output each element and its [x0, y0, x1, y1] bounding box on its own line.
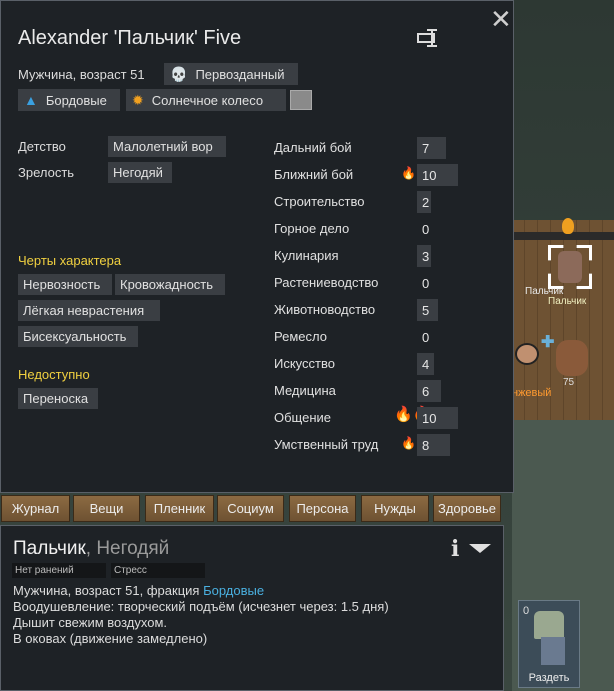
- ideo-role-label: Первозданный: [195, 66, 285, 82]
- childhood-value[interactable]: Малолетний вор: [108, 136, 226, 157]
- medical-cross-icon: ✚: [541, 334, 555, 351]
- passion-minor-icon: 🔥: [401, 436, 416, 450]
- rename-icon[interactable]: [417, 29, 441, 47]
- tab-persona[interactable]: Персона: [289, 495, 356, 522]
- tab-gear[interactable]: Вещи: [73, 495, 140, 522]
- item-count: 75: [563, 377, 575, 388]
- inspect-pawn-name: Пальчик: [13, 538, 86, 559]
- tab-prisoner[interactable]: Пленник: [145, 495, 214, 522]
- tab-social[interactable]: Социум: [217, 495, 284, 522]
- character-panel: ✕ Alexander 'Пальчик' Five Мужчина, возр…: [0, 0, 514, 493]
- strip-button[interactable]: 0 Раздеть: [518, 600, 580, 688]
- skill-bar[interactable]: 0: [417, 326, 429, 348]
- skill-label: Горное дело: [274, 221, 350, 236]
- faction-chip[interactable]: ▲ Бордовые: [18, 89, 120, 111]
- disabled-heading: Недоступно: [18, 367, 90, 382]
- skill-label: Медицина: [274, 383, 336, 398]
- character-description: Мужчина, возраст 51: [18, 67, 145, 82]
- skill-bar[interactable]: 7: [417, 137, 446, 159]
- tab-log[interactable]: Журнал: [1, 495, 70, 522]
- info-icon[interactable]: i: [451, 536, 459, 562]
- orange-map-label: нжевый: [512, 387, 552, 399]
- pants-icon: [541, 637, 565, 665]
- inspect-pane: Пальчик, Негодяй i Нет ранений Стресс Му…: [0, 525, 504, 691]
- trait-tag[interactable]: Бисексуальность: [18, 326, 138, 347]
- collapse-arrow-icon[interactable]: [469, 544, 491, 553]
- skill-label: Кулинария: [274, 248, 339, 263]
- inspect-line-4: В оковах (движение замедлено): [13, 631, 208, 646]
- faction-label: Бордовые: [45, 92, 107, 108]
- skill-bar[interactable]: 8: [417, 434, 450, 456]
- inspect-title: Пальчик, Негодяй: [13, 538, 169, 560]
- shirt-icon: [534, 611, 564, 639]
- skill-bar[interactable]: 4: [417, 353, 434, 375]
- skill-bar[interactable]: 10: [417, 407, 458, 429]
- skill-label: Ремесло: [274, 329, 327, 344]
- map-wall: [512, 232, 614, 240]
- skill-bar[interactable]: 10: [417, 164, 458, 186]
- selected-pawn[interactable]: [548, 245, 592, 289]
- close-icon[interactable]: ✕: [490, 6, 512, 32]
- other-pawn-head[interactable]: [515, 343, 539, 365]
- inspect-line-1-text: Мужчина, возраст 51, фракция: [13, 583, 204, 598]
- skill-bar[interactable]: 2: [417, 191, 431, 213]
- skull-icon: 💀: [170, 65, 188, 82]
- trait-tag[interactable]: Кровожадность: [115, 274, 225, 295]
- passion-minor-icon: 🔥: [401, 166, 416, 180]
- trait-tag[interactable]: Нервозность: [18, 274, 112, 295]
- skill-label: Ближний бой: [274, 167, 354, 182]
- skill-label: Умственный труд: [274, 437, 379, 452]
- adulthood-value[interactable]: Негодяй: [108, 162, 172, 183]
- mood-bar: Стресс: [111, 563, 205, 578]
- skill-label: Строительство: [274, 194, 365, 209]
- skill-label: Дальний бой: [274, 140, 352, 155]
- item-stack-icon[interactable]: [556, 340, 588, 376]
- skill-label: Общение: [274, 410, 332, 425]
- strip-label: Раздеть: [528, 672, 570, 684]
- skill-bar[interactable]: 5: [417, 299, 438, 321]
- skill-label: Растениеводство: [274, 275, 379, 290]
- skill-bar[interactable]: 3: [417, 245, 431, 267]
- ideology-label: Солнечное колесо: [151, 92, 264, 108]
- skill-label: Искусство: [274, 356, 335, 371]
- inspect-line-3: Дышит свежим воздухом.: [13, 615, 167, 630]
- faction-icon: ▲: [24, 92, 38, 108]
- inspect-faction-link[interactable]: Бордовые: [203, 583, 264, 598]
- pawn-map-label-2: Пальчик: [548, 296, 587, 307]
- disabled-work-tag[interactable]: Переноска: [18, 388, 98, 409]
- tab-health[interactable]: Здоровье: [433, 495, 501, 522]
- health-bar: Нет ранений: [12, 563, 106, 578]
- ideology-chip[interactable]: ✹ Солнечное колесо: [126, 89, 286, 111]
- inspect-line-1: Мужчина, возраст 51, фракция Бордовые: [13, 583, 264, 598]
- skill-bar[interactable]: 0: [417, 218, 429, 240]
- ideo-role-chip[interactable]: 💀 Первозданный: [164, 63, 298, 85]
- adulthood-label: Зрелость: [18, 165, 75, 180]
- torch-flame-icon: [562, 218, 574, 234]
- skill-label: Животноводство: [274, 302, 376, 317]
- inspect-pawn-title: , Негодяй: [85, 538, 170, 559]
- trait-tag[interactable]: Лёгкая неврастения: [18, 300, 160, 321]
- favorite-color-swatch[interactable]: [290, 90, 312, 110]
- strip-count: 0: [523, 605, 530, 617]
- inspect-line-2: Воодушевление: творческий подъём (исчезн…: [13, 599, 389, 614]
- sun-wheel-icon: ✹: [132, 91, 144, 108]
- childhood-label: Детство: [18, 139, 66, 154]
- skill-bar[interactable]: 6: [417, 380, 441, 402]
- traits-heading: Черты характера: [18, 253, 122, 268]
- character-name: Alexander 'Пальчик' Five: [18, 27, 242, 49]
- pawn-sprite: [558, 251, 582, 283]
- skill-bar[interactable]: 0: [417, 272, 429, 294]
- tab-needs[interactable]: Нужды: [361, 495, 429, 522]
